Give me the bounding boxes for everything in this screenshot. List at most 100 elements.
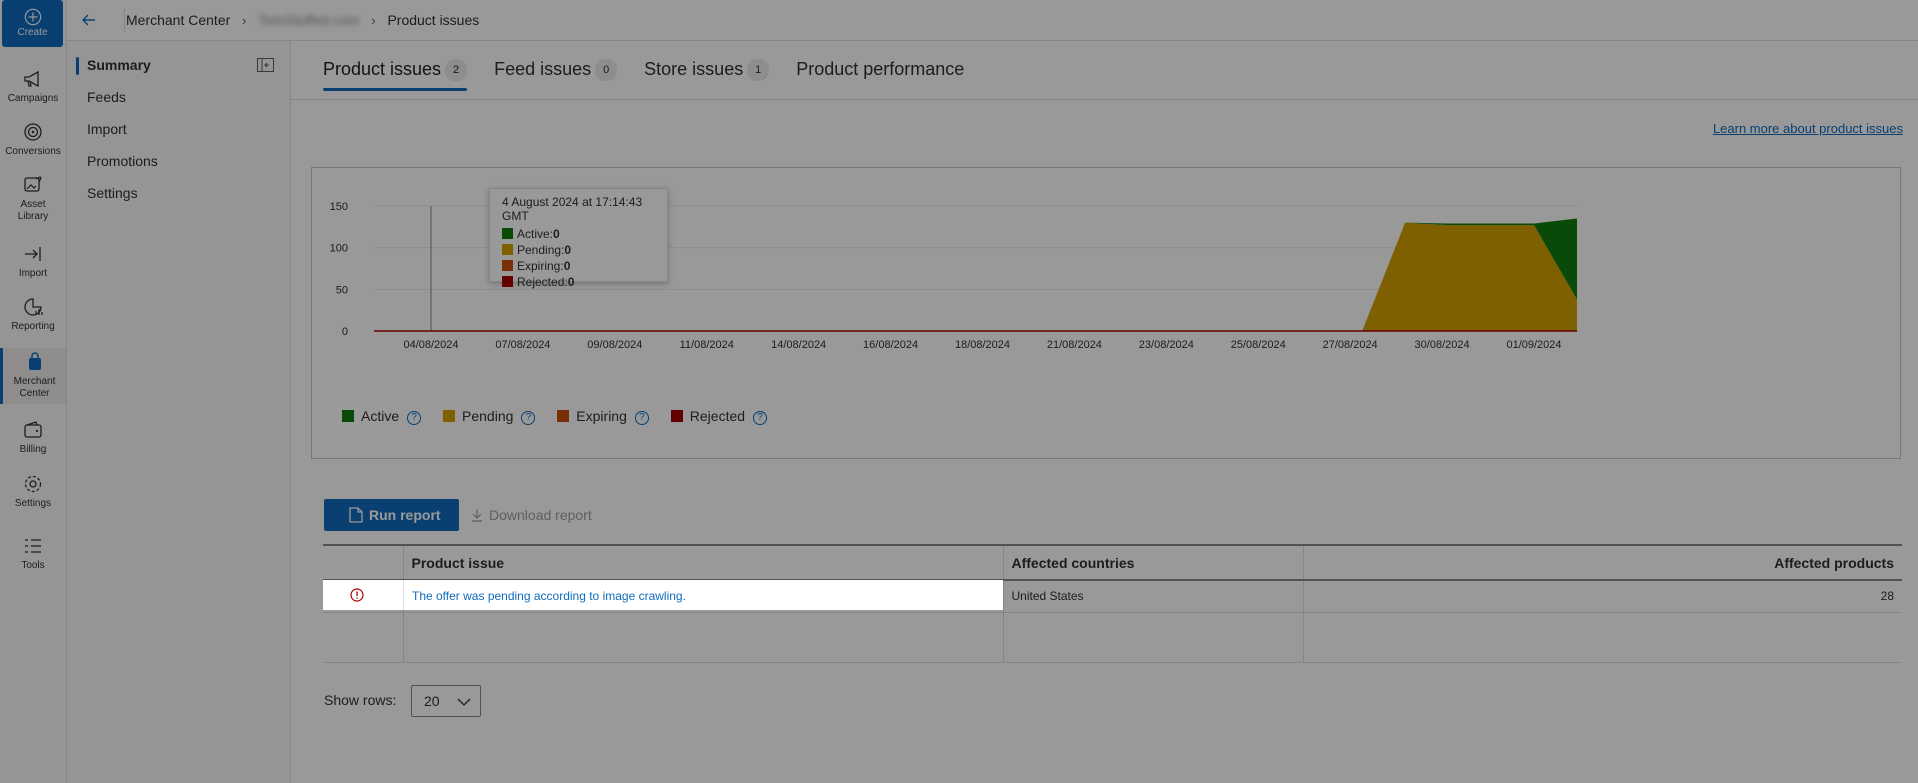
top-bar: Merchant Center › TomStuffed.com › Produ… [67, 0, 1918, 41]
x-tick-label: 14/08/2024 [771, 339, 826, 351]
y-tick-label: 150 [330, 201, 348, 213]
y-tick-label: 100 [330, 243, 348, 255]
legend-item-rejected[interactable]: Rejected? [670, 408, 768, 425]
breadcrumb-store[interactable]: TomStuffed.com [258, 12, 359, 28]
legend-label: Pending [462, 408, 514, 424]
chart-card: 0 50 100 150 04/08/2024 07/08/2024 09/08/2024 1… [311, 167, 1901, 459]
document-icon [349, 507, 363, 523]
tooltip-title: 4 August 2024 at 17:14:43 GMT [502, 195, 643, 223]
tooltip-value: 0 [553, 227, 560, 241]
legend-item-active[interactable]: Active? [342, 408, 422, 425]
x-tick-label: 21/08/2024 [1047, 339, 1102, 351]
tooltip-row-expiring: Expiring:0 [502, 258, 655, 274]
chart-legend: Active? Pending? Expiring? Rejected? [342, 408, 785, 425]
rail-label-line2: Library [17, 211, 49, 222]
x-tick-label: 25/08/2024 [1231, 339, 1286, 351]
breadcrumb-merchant-center[interactable]: Merchant Center [126, 12, 230, 28]
help-icon[interactable]: ? [521, 411, 536, 425]
header-affected-products[interactable]: Affected products [1302, 544, 1902, 581]
rail-item-billing[interactable]: Billing [0, 419, 66, 456]
create-label: Create [17, 27, 48, 38]
list-tools-icon [25, 539, 41, 553]
tooltip-row-pending: Pending:0 [502, 242, 655, 258]
rail-item-import[interactable]: Import [0, 243, 66, 280]
chart-pie-icon [24, 298, 43, 316]
secondary-nav: Summary Feeds Import Promotions Settings [67, 41, 291, 783]
nav-item-feeds[interactable]: Feeds [87, 89, 126, 105]
download-report-button[interactable]: Download report [471, 507, 592, 523]
help-icon[interactable]: ? [753, 411, 768, 425]
legend-label: Expiring [576, 408, 627, 424]
tooltip-label: Expiring: [517, 259, 564, 273]
empty-cell [402, 612, 1003, 663]
rail-label: Reporting [11, 321, 55, 332]
legend-item-pending[interactable]: Pending? [443, 408, 536, 425]
legend-item-expiring[interactable]: Expiring? [557, 408, 649, 425]
x-tick-label: 07/08/2024 [495, 339, 550, 351]
rail-item-campaigns[interactable]: Campaigns [0, 68, 66, 105]
collapse-panel-icon[interactable] [257, 58, 274, 72]
nav-item-summary[interactable]: Summary [87, 57, 151, 73]
tooltip-label: Active: [517, 227, 554, 241]
tooltip-label: Pending: [517, 243, 565, 257]
divider [291, 99, 1918, 100]
x-tick-label: 09/08/2024 [587, 339, 642, 351]
header-product-issue[interactable]: Product issue [402, 544, 1003, 581]
swatch [342, 410, 354, 422]
rail-item-asset-library[interactable]: Asset Library [0, 174, 66, 223]
tooltip-row-rejected: Rejected:0 [502, 274, 655, 290]
back-arrow-icon[interactable] [79, 10, 99, 30]
swatch [502, 276, 513, 287]
main-content: Product issues 2 Feed issues 0 Store issue… [291, 41, 1918, 783]
x-tick-label: 16/08/2024 [863, 339, 918, 351]
swatch [443, 410, 456, 422]
rail-label: Conversions [5, 146, 61, 157]
count-badge: 2 [445, 59, 468, 82]
table-header-row: Product issue Affected countries Affecte… [323, 544, 1902, 581]
rail-label: Settings [14, 498, 52, 509]
empty-cell [323, 612, 403, 663]
count-badge: 0 [595, 59, 618, 82]
x-tick-label: 18/08/2024 [955, 339, 1010, 351]
run-report-label: Run report [369, 507, 441, 523]
nav-item-promotions[interactable]: Promotions [87, 153, 158, 169]
rail-item-conversions[interactable]: Conversions [0, 121, 66, 158]
nav-item-settings[interactable]: Settings [87, 185, 138, 201]
swatch [502, 244, 513, 255]
help-icon[interactable]: ? [407, 411, 422, 425]
tooltip-value: 0 [563, 259, 571, 273]
x-tick-label: 01/09/2024 [1506, 339, 1561, 351]
learn-more-link[interactable]: Learn more about product issues [1713, 121, 1903, 136]
rail-item-settings[interactable]: Settings [0, 473, 66, 510]
x-tick-label: 11/08/2024 [680, 339, 734, 351]
legend-label: Rejected [689, 408, 746, 424]
empty-cell [1302, 612, 1902, 663]
tab-store-issues[interactable]: Store issues 1 [644, 59, 770, 91]
rows-per-page-dropdown[interactable]: 20 [411, 685, 481, 717]
divider [124, 8, 125, 32]
highlighted-issue-row[interactable]: The offer was pending according to image… [323, 580, 1003, 610]
tooltip-label: Rejected: [517, 275, 568, 289]
count-badge: 1 [747, 59, 770, 82]
nav-item-import[interactable]: Import [87, 121, 127, 137]
create-button[interactable]: Create [2, 0, 63, 47]
download-report-label: Download report [489, 507, 592, 523]
tab-label: Store issues [644, 59, 744, 79]
rail-label-line2: Center [19, 388, 50, 399]
active-indicator [76, 57, 79, 75]
header-affected-countries[interactable]: Affected countries [1002, 544, 1303, 581]
tab-feed-issues[interactable]: Feed issues 0 [494, 59, 618, 91]
rail-item-merchant-center[interactable]: Merchant Center [0, 348, 66, 404]
left-rail: Create Campaigns Conversions Asset Libra… [0, 0, 67, 783]
issue-link[interactable]: The offer was pending according to image… [412, 589, 686, 603]
gear-icon [24, 475, 42, 493]
rail-item-reporting[interactable]: Reporting [0, 296, 66, 333]
run-report-button[interactable]: Run report [324, 499, 459, 531]
rail-item-tools[interactable]: Tools [0, 535, 66, 572]
tab-product-performance[interactable]: Product performance [796, 59, 964, 90]
rail-label: Tools [21, 560, 45, 571]
tab-label: Product issues [323, 59, 442, 79]
rail-label: Campaigns [7, 93, 59, 104]
help-icon[interactable]: ? [634, 411, 649, 425]
tab-product-issues[interactable]: Product issues 2 [323, 59, 468, 92]
